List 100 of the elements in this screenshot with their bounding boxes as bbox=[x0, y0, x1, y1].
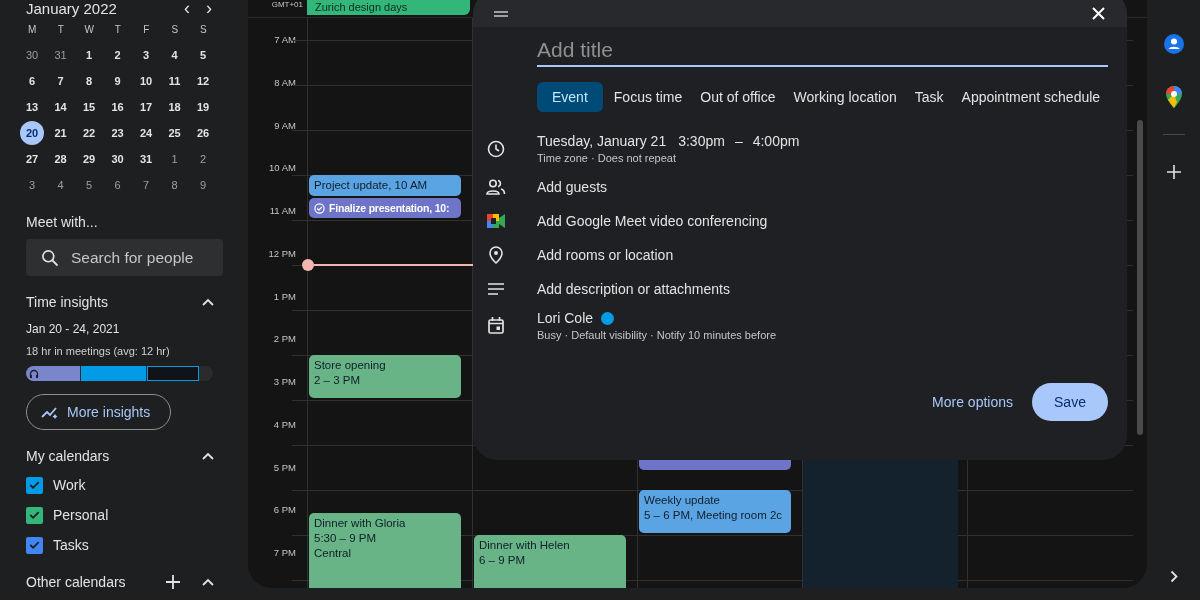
calendar-day[interactable]: 2 bbox=[105, 43, 130, 67]
calendar-day[interactable]: 8 bbox=[162, 173, 187, 197]
calendar-day[interactable]: 30 bbox=[20, 43, 44, 67]
calendar-day[interactable]: 23 bbox=[105, 121, 130, 145]
calendar-event[interactable]: Finalize presentation, 10: bbox=[309, 197, 461, 218]
calendar-day[interactable]: 22 bbox=[77, 121, 101, 145]
calendar-day[interactable]: 25 bbox=[162, 121, 187, 145]
weekday-label: S bbox=[198, 22, 208, 37]
calendar-day[interactable]: 29 bbox=[77, 147, 101, 171]
calendar-day[interactable]: 26 bbox=[191, 121, 215, 145]
search-field[interactable]: Search for people bbox=[26, 239, 223, 276]
add-icon[interactable] bbox=[166, 575, 180, 589]
calendar-day[interactable]: 19 bbox=[191, 95, 215, 119]
dialog-option[interactable]: Add description or attachments bbox=[537, 280, 730, 297]
calendar-day[interactable]: 3 bbox=[134, 43, 158, 67]
calendar-day[interactable]: 2 bbox=[191, 147, 215, 171]
calendar-day[interactable]: 14 bbox=[48, 95, 73, 119]
calendar-day[interactable]: 12 bbox=[191, 69, 215, 93]
calendar-checkbox[interactable] bbox=[26, 506, 43, 524]
drag-handle-icon[interactable] bbox=[494, 10, 508, 17]
calendar-day[interactable]: 30 bbox=[105, 147, 130, 171]
end-time[interactable]: 4:00pm bbox=[752, 133, 800, 149]
month-title: January 2022 bbox=[26, 0, 118, 16]
calendar-day[interactable]: 6 bbox=[20, 69, 44, 93]
calendar-day[interactable]: 5 bbox=[191, 43, 215, 67]
calendar-day[interactable]: 17 bbox=[134, 95, 158, 119]
save-button[interactable]: Save bbox=[1032, 383, 1108, 421]
calendar-day[interactable]: 15 bbox=[77, 95, 101, 119]
event-type-tab[interactable]: Event bbox=[537, 82, 603, 112]
next-month-button[interactable]: › bbox=[198, 1, 220, 15]
date-range: Jan 20 - 24, 2021 bbox=[26, 322, 121, 336]
calendar-day[interactable]: 4 bbox=[48, 173, 73, 197]
meetings-summary: 18 hr in meetings (avg: 12 hr) bbox=[26, 345, 171, 357]
timezone-label: GMT+01 bbox=[270, 0, 304, 10]
event-type-tab[interactable]: Working location bbox=[784, 82, 906, 112]
calendar-day[interactable]: 21 bbox=[48, 121, 73, 145]
hour-label: 1 PM bbox=[272, 289, 297, 304]
previous-month-button[interactable]: ‹ bbox=[176, 1, 198, 15]
event-type-tab[interactable]: Task bbox=[905, 82, 953, 112]
calendar-day[interactable]: 1 bbox=[77, 43, 101, 67]
calendar-day[interactable]: 28 bbox=[48, 147, 73, 171]
title-field[interactable]: Add title bbox=[537, 34, 1108, 67]
calendar-day[interactable]: 31 bbox=[48, 43, 73, 67]
scrollbar[interactable] bbox=[1137, 120, 1143, 435]
calendar-day[interactable]: 5 bbox=[77, 173, 101, 197]
add-icon[interactable] bbox=[1166, 165, 1181, 179]
calendar-day[interactable]: 13 bbox=[20, 95, 44, 119]
calendar-day[interactable]: 9 bbox=[191, 173, 215, 197]
calendar-checkbox[interactable] bbox=[26, 536, 43, 554]
more-options-button[interactable]: More options bbox=[931, 394, 1014, 410]
calendar-day[interactable]: 16 bbox=[105, 95, 130, 119]
event-type-tab[interactable]: Appointment schedule bbox=[952, 82, 1110, 112]
hour-label: 3 PM bbox=[272, 375, 297, 390]
calendar-day[interactable]: 10 bbox=[134, 69, 158, 93]
calendar-label: Work bbox=[53, 477, 86, 493]
hour-label: 8 AM bbox=[273, 75, 297, 90]
event-type-tab[interactable]: Out of office bbox=[691, 82, 785, 112]
chevron-right-icon[interactable] bbox=[1169, 570, 1178, 583]
clock-icon bbox=[487, 139, 505, 158]
all-day-event[interactable]: Zurich design days bbox=[307, 0, 470, 15]
start-time[interactable]: 3:30pm bbox=[678, 133, 725, 149]
event-type-tab[interactable]: Focus time bbox=[604, 82, 692, 112]
collapse-chevron-icon[interactable] bbox=[202, 452, 214, 460]
calendar-day[interactable]: 8 bbox=[77, 69, 101, 93]
calendar-day[interactable]: 24 bbox=[134, 121, 158, 145]
text-lines-icon bbox=[488, 282, 504, 295]
calendar-checkbox[interactable] bbox=[26, 476, 43, 494]
calendar-day[interactable]: 3 bbox=[20, 173, 44, 197]
calendar-day[interactable]: 20 bbox=[20, 121, 44, 145]
contacts-person-icon[interactable] bbox=[1163, 34, 1184, 54]
calendar-day[interactable]: 11 bbox=[162, 69, 187, 93]
calendar-event[interactable]: Store opening 2 – 3 PM bbox=[309, 355, 461, 398]
map-pin-icon[interactable] bbox=[1165, 86, 1182, 108]
calendar-day[interactable]: 1 bbox=[162, 147, 187, 171]
calendar-event[interactable]: Project update, 10 AM bbox=[309, 175, 461, 196]
event-details[interactable]: Busy · Default visibility · Notify 10 minutes before bbox=[537, 329, 777, 341]
check-circle-icon bbox=[314, 202, 325, 214]
event-details[interactable]: Time zone · Does not repeat bbox=[537, 152, 800, 164]
dialog-option[interactable]: Add Google Meet video conferencing bbox=[537, 212, 768, 229]
calendar-day[interactable]: 9 bbox=[105, 69, 130, 93]
calendar-label: Personal bbox=[53, 507, 109, 523]
close-icon[interactable] bbox=[1092, 7, 1105, 20]
event-date[interactable]: Tuesday, January 21 bbox=[537, 133, 667, 149]
calendar-event[interactable]: Dinner with Gloria 5:30 – 9 PM Central bbox=[309, 512, 461, 588]
dialog-option[interactable]: Add guests bbox=[537, 178, 608, 195]
calendar-event[interactable]: Dinner with Helen 6 – 9 PM bbox=[474, 535, 626, 588]
calendar-day[interactable]: 7 bbox=[48, 69, 73, 93]
calendar-event[interactable]: Weekly update 5 – 6 PM, Meeting room 2c bbox=[639, 490, 791, 533]
calendar-day[interactable]: 4 bbox=[162, 43, 187, 67]
calendar-day[interactable]: 27 bbox=[20, 147, 44, 171]
dialog-option[interactable]: Add rooms or location bbox=[537, 246, 674, 263]
hour-label: 11 AM bbox=[268, 204, 297, 219]
calendar-day[interactable]: 7 bbox=[134, 173, 158, 197]
video-camera-icon bbox=[487, 213, 505, 228]
calendar-owner[interactable]: Lori Cole bbox=[537, 310, 594, 326]
collapse-chevron-icon[interactable] bbox=[202, 298, 214, 306]
calendar-day[interactable]: 6 bbox=[105, 173, 130, 197]
calendar-day[interactable]: 18 bbox=[162, 95, 187, 119]
collapse-chevron-icon[interactable] bbox=[202, 578, 214, 586]
calendar-day[interactable]: 31 bbox=[134, 147, 158, 171]
